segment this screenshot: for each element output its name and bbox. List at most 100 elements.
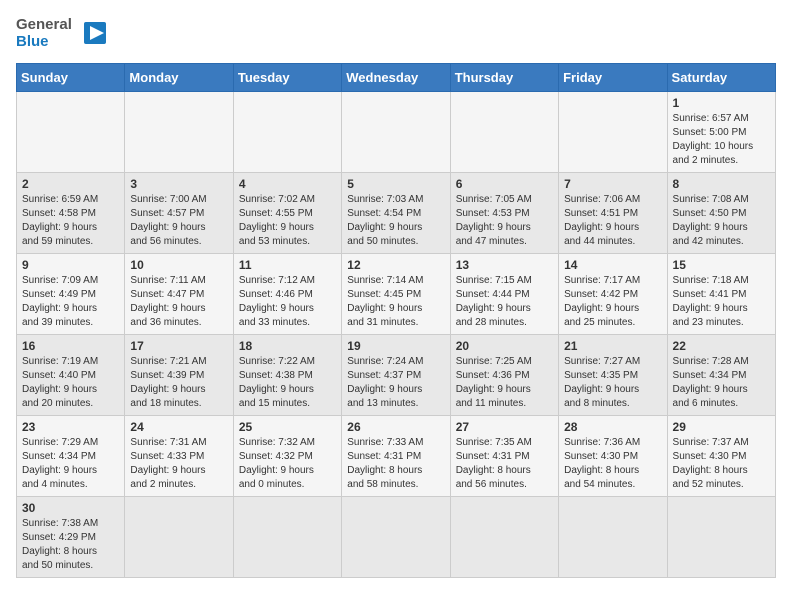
- calendar-cell: [125, 91, 233, 172]
- calendar-cell: 24Sunrise: 7:31 AM Sunset: 4:33 PM Dayli…: [125, 415, 233, 496]
- day-number: 27: [456, 420, 553, 434]
- calendar-cell: 3 Sunrise: 7:00 AM Sunset: 4:57 PM Daylig…: [125, 172, 233, 253]
- day-number: 10: [130, 258, 227, 272]
- calendar-cell: 5 Sunrise: 7:03 AM Sunset: 4:54 PM Daylig…: [342, 172, 450, 253]
- calendar-cell: 22 Sunrise: 7:28 AM Sunset: 4:34 PM Dayli…: [667, 334, 775, 415]
- calendar-cell: 26Sunrise: 7:33 AM Sunset: 4:31 PM Dayli…: [342, 415, 450, 496]
- calendar-cell: [125, 496, 233, 577]
- day-number: 8: [673, 177, 770, 191]
- calendar-cell: 17 Sunrise: 7:21 AM Sunset: 4:39 PM Dayli…: [125, 334, 233, 415]
- calendar-cell: [667, 496, 775, 577]
- calendar-cell: 16 Sunrise: 7:19 AM Sunset: 4:40 PM Dayli…: [17, 334, 125, 415]
- calendar-cell: 21 Sunrise: 7:27 AM Sunset: 4:35 PM Dayli…: [559, 334, 667, 415]
- calendar-cell: [559, 496, 667, 577]
- day-info: Sunrise: 7:38 AM Sunset: 4:29 PM Dayligh…: [22, 517, 119, 573]
- day-number: 15: [673, 258, 770, 272]
- day-info: Sunrise: 7:36 AM Sunset: 4:30 PM Dayligh…: [564, 436, 661, 492]
- day-info: Sunrise: 7:29 AM Sunset: 4:34 PM Dayligh…: [22, 436, 119, 492]
- day-number: 11: [239, 258, 336, 272]
- calendar-cell: 4 Sunrise: 7:02 AM Sunset: 4:55 PM Daylig…: [233, 172, 341, 253]
- calendar-cell: 30Sunrise: 7:38 AM Sunset: 4:29 PM Dayli…: [17, 496, 125, 577]
- calendar-cell: 29 Sunrise: 7:37 AM Sunset: 4:30 PM Dayli…: [667, 415, 775, 496]
- calendar-table: SundayMondayTuesdayWednesdayThursdayFrid…: [16, 63, 776, 578]
- page-header: General Blue: [16, 16, 776, 51]
- day-info: Sunrise: 7:22 AM Sunset: 4:38 PM Dayligh…: [239, 355, 336, 411]
- calendar-header: SundayMondayTuesdayWednesdayThursdayFrid…: [17, 63, 776, 91]
- day-info: Sunrise: 7:19 AM Sunset: 4:40 PM Dayligh…: [22, 355, 119, 411]
- calendar-cell: 8Sunrise: 7:08 AM Sunset: 4:50 PM Daylig…: [667, 172, 775, 253]
- day-number: 4: [239, 177, 336, 191]
- calendar-cell: 9Sunrise: 7:09 AM Sunset: 4:49 PM Daylig…: [17, 253, 125, 334]
- day-info: Sunrise: 6:59 AM Sunset: 4:58 PM Dayligh…: [22, 193, 119, 249]
- day-info: Sunrise: 7:00 AM Sunset: 4:57 PM Dayligh…: [130, 193, 227, 249]
- day-number: 6: [456, 177, 553, 191]
- day-number: 22: [673, 339, 770, 353]
- calendar-cell: 14 Sunrise: 7:17 AM Sunset: 4:42 PM Dayli…: [559, 253, 667, 334]
- calendar-cell: [17, 91, 125, 172]
- calendar-cell: 23 Sunrise: 7:29 AM Sunset: 4:34 PM Dayli…: [17, 415, 125, 496]
- calendar-cell: [450, 91, 558, 172]
- calendar-cell: [559, 91, 667, 172]
- calendar-cell: [450, 496, 558, 577]
- day-info: Sunrise: 7:02 AM Sunset: 4:55 PM Dayligh…: [239, 193, 336, 249]
- day-number: 16: [22, 339, 119, 353]
- day-number: 12: [347, 258, 444, 272]
- day-info: Sunrise: 7:27 AM Sunset: 4:35 PM Dayligh…: [564, 355, 661, 411]
- calendar-cell: 10 Sunrise: 7:11 AM Sunset: 4:47 PM Dayli…: [125, 253, 233, 334]
- calendar-cell: [342, 496, 450, 577]
- day-number: 25: [239, 420, 336, 434]
- logo-general-text: General: [16, 16, 72, 33]
- weekday-header: Tuesday: [233, 63, 341, 91]
- calendar-cell: 7 Sunrise: 7:06 AM Sunset: 4:51 PM Daylig…: [559, 172, 667, 253]
- day-info: Sunrise: 7:15 AM Sunset: 4:44 PM Dayligh…: [456, 274, 553, 330]
- day-info: Sunrise: 7:32 AM Sunset: 4:32 PM Dayligh…: [239, 436, 336, 492]
- day-number: 20: [456, 339, 553, 353]
- calendar-cell: 11 Sunrise: 7:12 AM Sunset: 4:46 PM Dayli…: [233, 253, 341, 334]
- day-info: Sunrise: 7:24 AM Sunset: 4:37 PM Dayligh…: [347, 355, 444, 411]
- logo: General Blue: [16, 16, 110, 51]
- weekday-header: Saturday: [667, 63, 775, 91]
- calendar-cell: 28Sunrise: 7:36 AM Sunset: 4:30 PM Dayli…: [559, 415, 667, 496]
- day-number: 21: [564, 339, 661, 353]
- day-info: Sunrise: 7:25 AM Sunset: 4:36 PM Dayligh…: [456, 355, 553, 411]
- day-info: Sunrise: 7:14 AM Sunset: 4:45 PM Dayligh…: [347, 274, 444, 330]
- calendar-cell: 25 Sunrise: 7:32 AM Sunset: 4:32 PM Dayli…: [233, 415, 341, 496]
- day-info: Sunrise: 7:12 AM Sunset: 4:46 PM Dayligh…: [239, 274, 336, 330]
- day-number: 5: [347, 177, 444, 191]
- logo-blue-text: Blue: [16, 33, 72, 50]
- blue-flag-icon: [80, 18, 110, 48]
- day-info: Sunrise: 7:03 AM Sunset: 4:54 PM Dayligh…: [347, 193, 444, 249]
- calendar-cell: [233, 496, 341, 577]
- weekday-header: Wednesday: [342, 63, 450, 91]
- calendar-cell: [342, 91, 450, 172]
- calendar-cell: 1Sunrise: 6:57 AM Sunset: 5:00 PM Daylig…: [667, 91, 775, 172]
- day-number: 29: [673, 420, 770, 434]
- day-number: 14: [564, 258, 661, 272]
- day-info: Sunrise: 7:11 AM Sunset: 4:47 PM Dayligh…: [130, 274, 227, 330]
- day-info: Sunrise: 7:09 AM Sunset: 4:49 PM Dayligh…: [22, 274, 119, 330]
- day-number: 2: [22, 177, 119, 191]
- day-info: Sunrise: 6:57 AM Sunset: 5:00 PM Dayligh…: [673, 112, 770, 168]
- day-number: 23: [22, 420, 119, 434]
- calendar-cell: 2 Sunrise: 6:59 AM Sunset: 4:58 PM Daylig…: [17, 172, 125, 253]
- day-info: Sunrise: 7:17 AM Sunset: 4:42 PM Dayligh…: [564, 274, 661, 330]
- weekday-header: Sunday: [17, 63, 125, 91]
- day-number: 3: [130, 177, 227, 191]
- day-number: 19: [347, 339, 444, 353]
- day-info: Sunrise: 7:06 AM Sunset: 4:51 PM Dayligh…: [564, 193, 661, 249]
- day-info: Sunrise: 7:18 AM Sunset: 4:41 PM Dayligh…: [673, 274, 770, 330]
- weekday-header: Monday: [125, 63, 233, 91]
- day-number: 7: [564, 177, 661, 191]
- calendar-cell: 20 Sunrise: 7:25 AM Sunset: 4:36 PM Dayli…: [450, 334, 558, 415]
- day-number: 24: [130, 420, 227, 434]
- day-info: Sunrise: 7:05 AM Sunset: 4:53 PM Dayligh…: [456, 193, 553, 249]
- day-info: Sunrise: 7:37 AM Sunset: 4:30 PM Dayligh…: [673, 436, 770, 492]
- day-number: 17: [130, 339, 227, 353]
- day-info: Sunrise: 7:28 AM Sunset: 4:34 PM Dayligh…: [673, 355, 770, 411]
- day-number: 18: [239, 339, 336, 353]
- day-info: Sunrise: 7:21 AM Sunset: 4:39 PM Dayligh…: [130, 355, 227, 411]
- calendar-cell: 27Sunrise: 7:35 AM Sunset: 4:31 PM Dayli…: [450, 415, 558, 496]
- calendar-body: 1Sunrise: 6:57 AM Sunset: 5:00 PM Daylig…: [17, 91, 776, 577]
- calendar-cell: [233, 91, 341, 172]
- calendar-cell: 12 Sunrise: 7:14 AM Sunset: 4:45 PM Dayli…: [342, 253, 450, 334]
